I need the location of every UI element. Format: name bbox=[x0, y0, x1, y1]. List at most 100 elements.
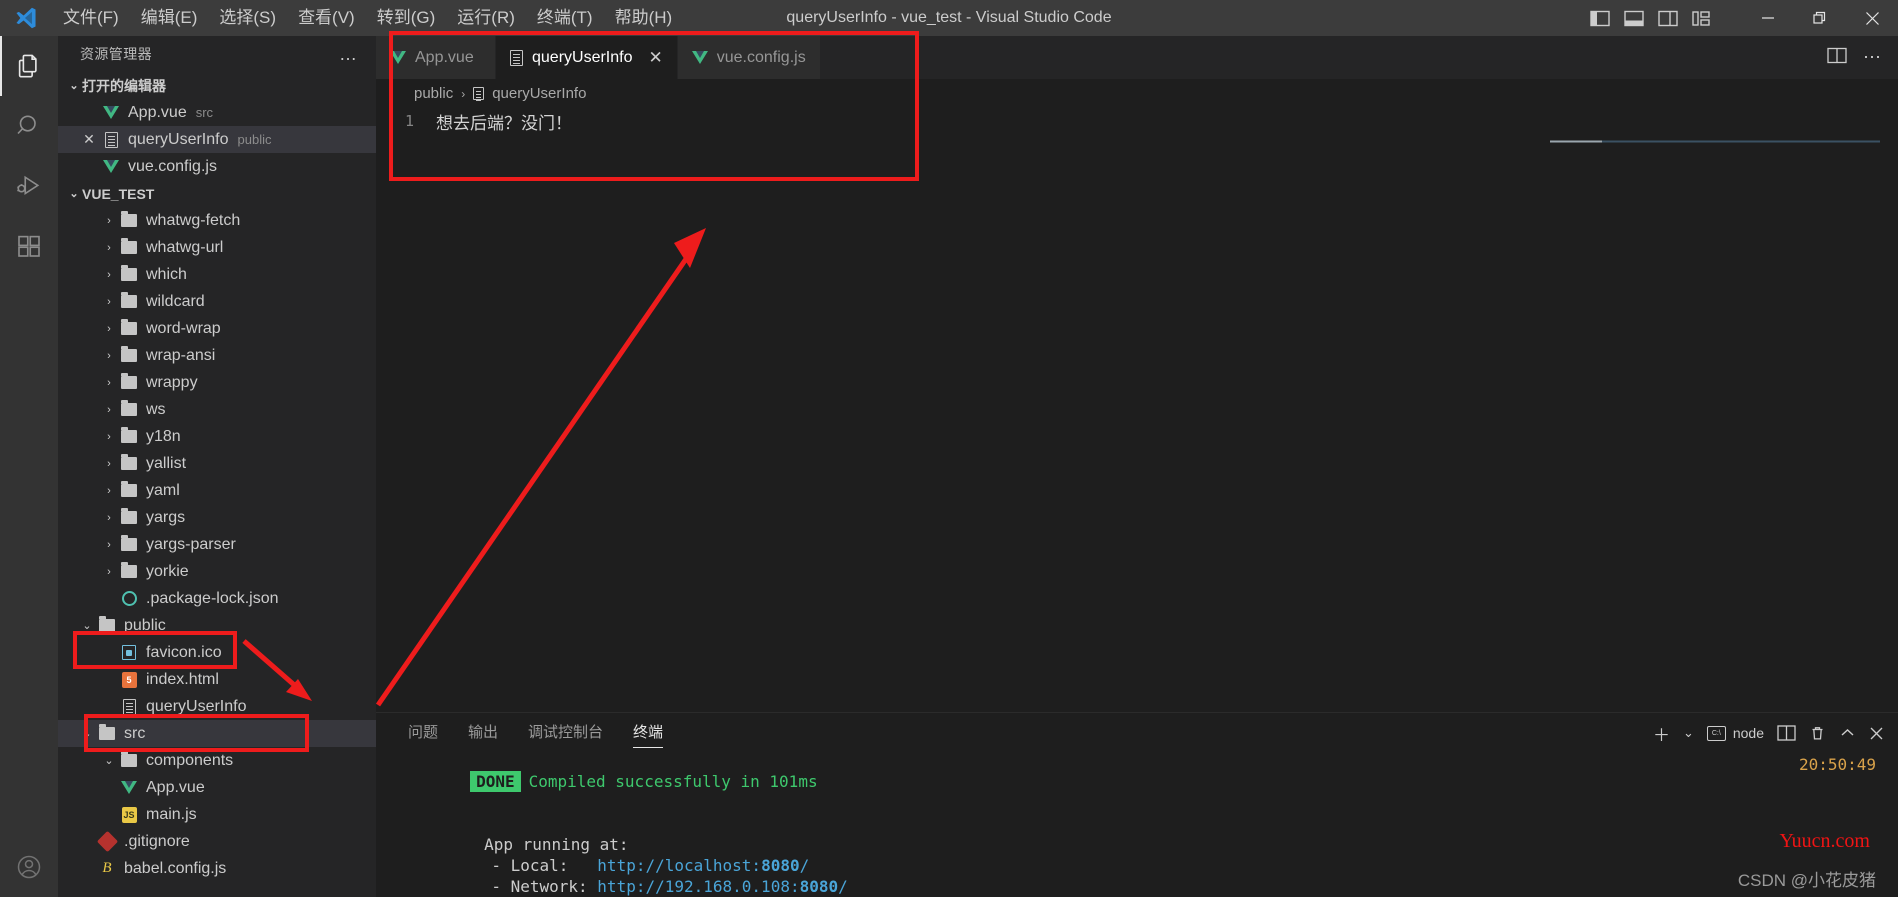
open-editor-queryuserinfo[interactable]: ✕ queryUserInfo public bbox=[58, 126, 376, 153]
tree-row-whatwg-url[interactable]: › whatwg-url bbox=[58, 234, 376, 261]
breadcrumb-file[interactable]: queryUserInfo bbox=[492, 85, 586, 102]
tree-row-yallist[interactable]: › yallist bbox=[58, 450, 376, 477]
terminal-local-url[interactable]: http://localhost:8080/ bbox=[597, 856, 809, 875]
tree-row--gitignore[interactable]: .gitignore bbox=[58, 828, 376, 855]
activity-run-debug-icon[interactable] bbox=[0, 156, 58, 216]
title-bar: 文件(F) 编辑(E) 选择(S) 查看(V) 转到(G) 运行(R) 终端(T… bbox=[0, 0, 1898, 36]
tree-row-yargs-parser[interactable]: › yargs-parser bbox=[58, 531, 376, 558]
tree-row-which[interactable]: › which bbox=[58, 261, 376, 288]
tab-output[interactable]: 输出 bbox=[453, 713, 513, 753]
chevron-right-icon[interactable]: › bbox=[100, 350, 118, 362]
minimap-overview[interactable] bbox=[1550, 130, 1880, 143]
menu-help[interactable]: 帮助(H) bbox=[604, 0, 684, 36]
trash-icon[interactable] bbox=[1809, 725, 1826, 742]
chevron-right-icon[interactable]: › bbox=[100, 431, 118, 443]
vue-icon bbox=[390, 51, 406, 64]
menu-selection[interactable]: 选择(S) bbox=[208, 0, 287, 36]
open-editor-vue-config[interactable]: vue.config.js bbox=[58, 153, 376, 180]
tree-row-src[interactable]: ⌄ src bbox=[58, 720, 376, 747]
customize-layout-icon[interactable] bbox=[1692, 10, 1712, 27]
close-button[interactable] bbox=[1846, 0, 1898, 36]
menu-run[interactable]: 运行(R) bbox=[446, 0, 526, 36]
tree-row-app-vue[interactable]: App.vue bbox=[58, 774, 376, 801]
close-icon[interactable]: ✕ bbox=[649, 48, 663, 68]
split-editor-icon[interactable] bbox=[1827, 47, 1847, 69]
tree-row-word-wrap[interactable]: › word-wrap bbox=[58, 315, 376, 342]
tree-row-components[interactable]: ⌄ components bbox=[58, 747, 376, 774]
breadcrumb-folder[interactable]: public bbox=[414, 85, 453, 102]
tree-row-wrap-ansi[interactable]: › wrap-ansi bbox=[58, 342, 376, 369]
tree-row-wrappy[interactable]: › wrappy bbox=[58, 369, 376, 396]
menu-file[interactable]: 文件(F) bbox=[52, 0, 130, 36]
open-editor-desc: public bbox=[237, 132, 272, 147]
tree-row-yargs[interactable]: › yargs bbox=[58, 504, 376, 531]
chevron-right-icon[interactable]: › bbox=[100, 296, 118, 308]
split-terminal-icon[interactable] bbox=[1777, 725, 1796, 741]
activity-extensions-icon[interactable] bbox=[0, 216, 58, 276]
chevron-down-icon[interactable]: ⌄ bbox=[1683, 725, 1694, 741]
tree-row-main-js[interactable]: JS main.js bbox=[58, 801, 376, 828]
section-open-editors[interactable]: ⌄ 打开的编辑器 bbox=[58, 72, 376, 99]
tree-row-whatwg-fetch[interactable]: › whatwg-fetch bbox=[58, 207, 376, 234]
tree-row-babel-config-js[interactable]: Bbabel.config.js bbox=[58, 855, 376, 882]
chevron-down-icon[interactable]: ⌄ bbox=[100, 754, 118, 767]
explorer-more-icon[interactable]: … bbox=[339, 44, 358, 65]
activity-account-icon[interactable] bbox=[0, 837, 58, 897]
chevron-right-icon[interactable]: › bbox=[100, 512, 118, 524]
chevron-right-icon[interactable]: › bbox=[100, 215, 118, 227]
terminal-shell-selector[interactable]: C:\ node bbox=[1706, 725, 1764, 741]
chevron-right-icon[interactable]: › bbox=[100, 404, 118, 416]
tree-row-yorkie[interactable]: › yorkie bbox=[58, 558, 376, 585]
code-editor[interactable]: 1 想去后端？没门！ bbox=[376, 108, 1898, 143]
terminal-output[interactable]: DONE Compiled successfully in 101ms App r… bbox=[393, 753, 1898, 897]
menu-edit[interactable]: 编辑(E) bbox=[130, 0, 209, 36]
tree-row-yaml[interactable]: › yaml bbox=[58, 477, 376, 504]
chevron-right-icon[interactable]: › bbox=[100, 485, 118, 497]
chevron-right-icon[interactable]: › bbox=[100, 323, 118, 335]
minimize-button[interactable] bbox=[1742, 0, 1794, 36]
restore-button[interactable] bbox=[1794, 0, 1846, 36]
toggle-panel-icon[interactable] bbox=[1624, 10, 1644, 27]
tree-row--package-lock-json[interactable]: .package-lock.json bbox=[58, 585, 376, 612]
activity-explorer-icon[interactable] bbox=[0, 36, 58, 96]
tree-row-y18n[interactable]: › y18n bbox=[58, 423, 376, 450]
tab-problems[interactable]: 问题 bbox=[393, 713, 453, 753]
tab-terminal[interactable]: 终端 bbox=[618, 713, 678, 753]
chevron-right-icon[interactable]: › bbox=[100, 269, 118, 281]
more-actions-icon[interactable]: ⋯ bbox=[1863, 47, 1882, 68]
tree-row-index-html[interactable]: 5 index.html bbox=[58, 666, 376, 693]
menu-view[interactable]: 查看(V) bbox=[287, 0, 366, 36]
new-terminal-icon[interactable]: ＋ bbox=[1653, 721, 1670, 746]
open-editor-app-vue[interactable]: App.vue src bbox=[58, 99, 376, 126]
tab-queryuserinfo[interactable]: queryUserInfo ✕ bbox=[496, 36, 678, 79]
chevron-up-icon[interactable] bbox=[1839, 726, 1856, 740]
close-icon[interactable]: ✕ bbox=[78, 131, 100, 148]
menu-bar: 文件(F) 编辑(E) 选择(S) 查看(V) 转到(G) 运行(R) 终端(T… bbox=[52, 0, 683, 36]
tab-debug-console[interactable]: 调试控制台 bbox=[513, 713, 618, 753]
tree-row-queryuserinfo[interactable]: queryUserInfo bbox=[58, 693, 376, 720]
tree-row-wildcard[interactable]: › wildcard bbox=[58, 288, 376, 315]
close-panel-icon[interactable] bbox=[1869, 726, 1884, 741]
chevron-down-icon[interactable]: ⌄ bbox=[78, 619, 96, 632]
menu-terminal[interactable]: 终端(T) bbox=[526, 0, 604, 36]
toggle-secondary-sidebar-icon[interactable] bbox=[1658, 10, 1678, 27]
menu-go[interactable]: 转到(G) bbox=[366, 0, 447, 36]
folder-icon bbox=[118, 292, 140, 308]
chevron-down-icon[interactable]: ⌄ bbox=[78, 727, 96, 740]
activity-search-icon[interactable] bbox=[0, 96, 58, 156]
section-project-root[interactable]: ⌄ VUE_TEST bbox=[58, 180, 376, 207]
tab-app-vue[interactable]: App.vue bbox=[376, 36, 496, 79]
terminal-network-url[interactable]: http://192.168.0.108:8080/ bbox=[597, 877, 847, 896]
babel-icon: B bbox=[102, 860, 112, 876]
tree-row-ws[interactable]: › ws bbox=[58, 396, 376, 423]
tree-row-favicon-ico[interactable]: favicon.ico bbox=[58, 639, 376, 666]
chevron-right-icon[interactable]: › bbox=[100, 539, 118, 551]
chevron-right-icon[interactable]: › bbox=[100, 377, 118, 389]
toggle-primary-sidebar-icon[interactable] bbox=[1590, 10, 1610, 27]
tab-vue-config[interactable]: vue.config.js bbox=[677, 36, 821, 79]
chevron-right-icon[interactable]: › bbox=[100, 458, 118, 470]
chevron-right-icon[interactable]: › bbox=[100, 242, 118, 254]
tree-row-public[interactable]: ⌄ public bbox=[58, 612, 376, 639]
chevron-right-icon[interactable]: › bbox=[100, 566, 118, 578]
folder-icon bbox=[118, 508, 140, 524]
